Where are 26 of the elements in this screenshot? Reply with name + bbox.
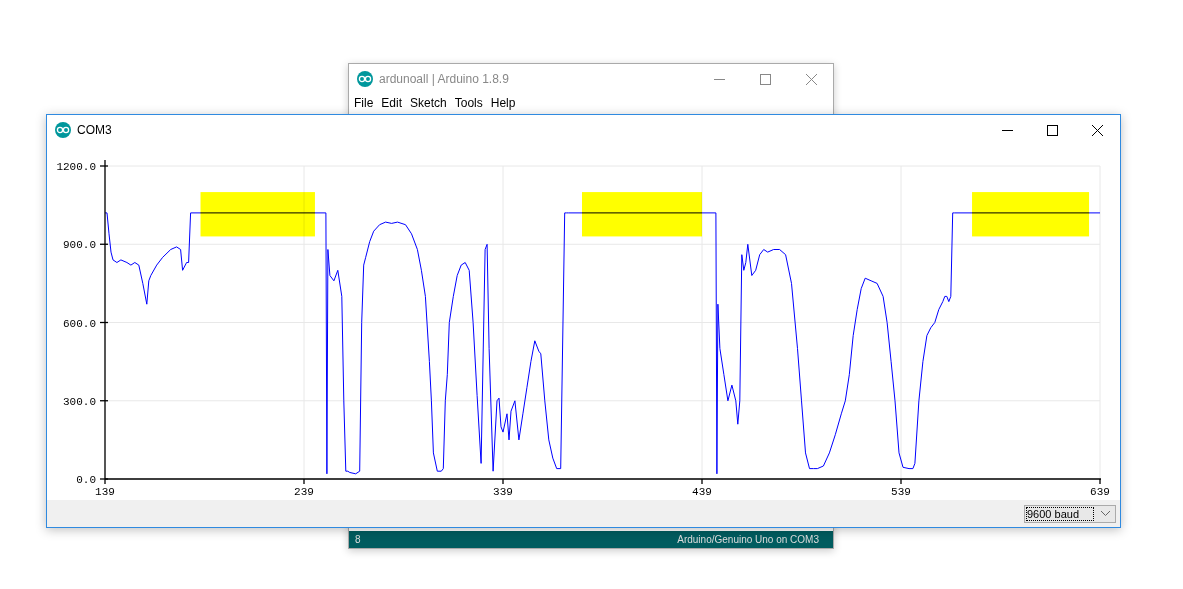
y-tick-label: 300.0 xyxy=(63,395,96,408)
window-title: COM3 xyxy=(77,123,112,137)
x-tick-label: 539 xyxy=(891,486,911,498)
infinity-logo-icon xyxy=(55,122,71,138)
window-title: ardunoall | Arduino 1.8.9 xyxy=(379,72,509,86)
baud-rate-dropdown[interactable]: 9600 baud xyxy=(1024,504,1116,523)
chevron-down-icon xyxy=(1101,511,1110,516)
menu-item[interactable]: Sketch xyxy=(410,96,447,110)
y-tick-label: 900.0 xyxy=(63,239,96,252)
close-icon[interactable] xyxy=(1092,124,1103,136)
menu-item[interactable]: Help xyxy=(490,96,516,110)
menu-item[interactable]: File xyxy=(354,96,374,110)
x-tick-label: 139 xyxy=(95,486,115,498)
y-tick-label: 1200.0 xyxy=(56,161,96,173)
x-tick-label: 239 xyxy=(294,486,314,498)
x-tick-label: 639 xyxy=(1090,486,1110,498)
y-tick-label: 0.0 xyxy=(76,474,96,486)
y-tick-label: 600.0 xyxy=(63,317,96,330)
line-number: 8 xyxy=(355,534,361,545)
board-port-label: Arduino/Genuino Uno on COM3 xyxy=(677,534,819,545)
x-tick-label: 439 xyxy=(692,486,712,498)
menu-item[interactable]: Edit xyxy=(381,96,403,110)
x-tick-label: 339 xyxy=(493,486,513,498)
maximize-icon[interactable] xyxy=(1047,124,1058,136)
infinity-logo-icon xyxy=(357,71,373,87)
menu-item[interactable]: Tools xyxy=(454,96,483,110)
